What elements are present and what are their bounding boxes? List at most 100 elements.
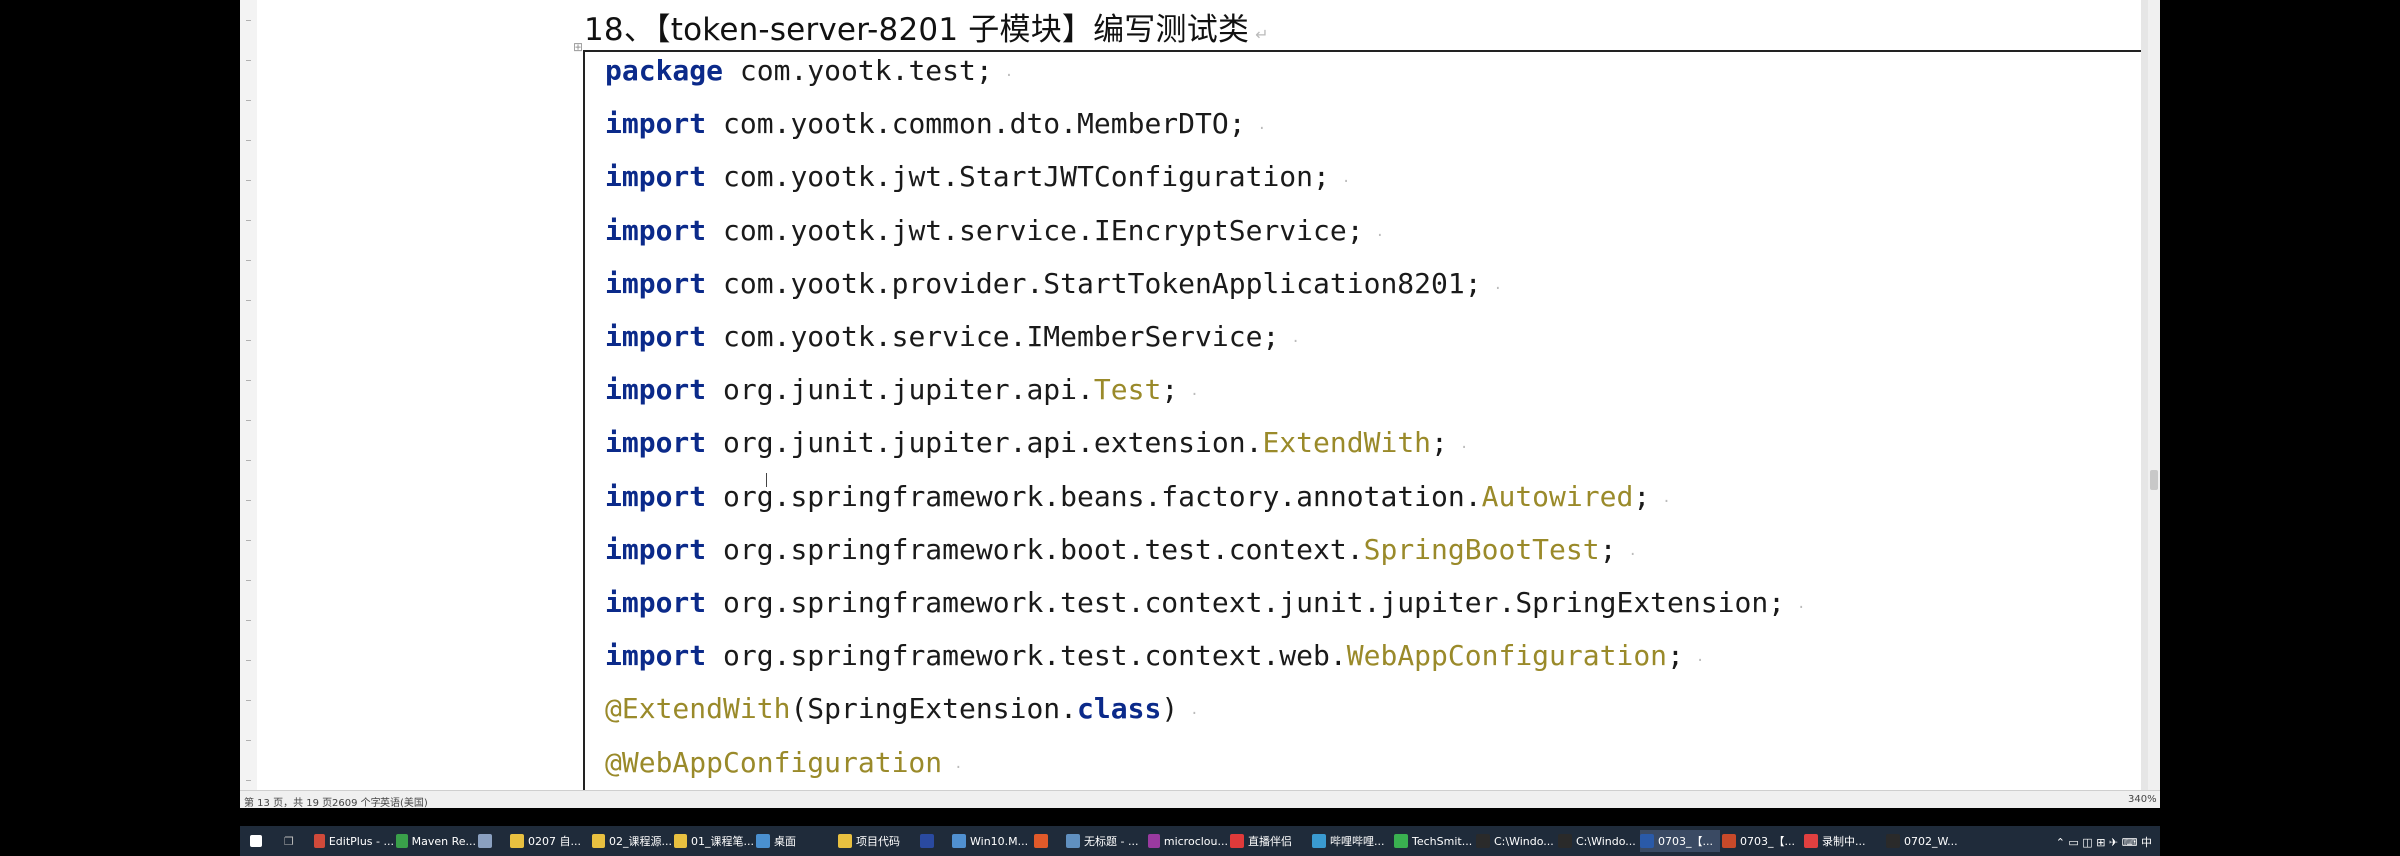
vertical-scrollbar[interactable] xyxy=(2148,0,2160,790)
paragraph-mark-icon: · xyxy=(1459,440,1469,457)
code-line: import com.yootk.jwt.StartJWTConfigurati… xyxy=(605,160,1350,193)
paragraph-mark-icon: · xyxy=(1004,68,1014,84)
code-line: import org.springframework.test.context.… xyxy=(605,586,1805,619)
ruler-tick xyxy=(246,540,251,541)
taskbar-app-button[interactable]: Win10.M... xyxy=(952,830,1032,852)
taskbar-app-button[interactable]: 项目代码 xyxy=(838,830,918,852)
app-icon xyxy=(510,834,524,848)
app-icon xyxy=(1312,834,1326,848)
task-view-button[interactable]: ❐ xyxy=(284,830,294,852)
taskbar-app-button[interactable]: 0703_【... xyxy=(1722,830,1802,852)
code-line: import org.springframework.test.context.… xyxy=(605,639,1704,672)
ruler-tick xyxy=(246,660,251,661)
ruler-tick xyxy=(246,20,251,21)
ruler-tick xyxy=(246,780,251,781)
taskbar-app-button[interactable]: 0703_【... xyxy=(1640,830,1720,852)
app-icon xyxy=(952,834,966,848)
taskbar-app-button[interactable]: 0207 自... xyxy=(510,830,590,852)
app-icon xyxy=(1066,834,1080,848)
code-line: import com.yootk.provider.StartTokenAppl… xyxy=(605,267,1502,300)
text-cursor-icon xyxy=(766,473,767,487)
code-text: org.springframework.boot.test.context. xyxy=(706,532,1364,566)
code-keyword: import xyxy=(605,320,707,353)
language-indicator[interactable]: 英语(美国) xyxy=(380,794,428,808)
code-keyword: class xyxy=(1077,692,1162,726)
taskbar-app-button[interactable]: 桌面 xyxy=(756,830,836,852)
start-button[interactable] xyxy=(250,830,266,852)
zoom-level[interactable]: 340% xyxy=(2128,794,2157,805)
app-icon xyxy=(1886,834,1900,848)
ruler-tick xyxy=(246,500,251,501)
ruler-tick xyxy=(246,420,251,421)
taskbar-app-label: C:\Windo... xyxy=(1494,834,1554,848)
taskbar-app-button[interactable] xyxy=(1034,830,1064,852)
taskbar-app-label: C:\Windo... xyxy=(1576,834,1636,848)
code-class-name: Test xyxy=(1093,373,1162,407)
app-icon xyxy=(396,834,408,848)
ruler-tick xyxy=(246,140,251,141)
section-heading-text: 18、【token-server-8201 子模块】编写测试类 xyxy=(584,12,1250,48)
code-text: org.springframework.test.context.junit.j… xyxy=(706,586,1786,619)
taskbar-app-button[interactable]: C:\Windo... xyxy=(1476,830,1556,852)
app-icon xyxy=(1148,834,1160,848)
ruler-tick xyxy=(246,100,251,101)
code-text: org.junit.jupiter.api. xyxy=(706,373,1094,407)
taskbar-app-button[interactable]: 哔哩哔哩... xyxy=(1312,830,1392,852)
taskbar-app-button[interactable]: 无标题 - ... xyxy=(1066,830,1146,852)
paragraph-mark-icon: · xyxy=(1797,600,1806,616)
scrollbar-thumb[interactable] xyxy=(2150,470,2158,490)
taskbar-app-button[interactable]: C:\Windo... xyxy=(1558,830,1638,852)
code-keyword: import xyxy=(605,426,707,460)
paragraph-mark-icon: ↵ xyxy=(1255,25,1269,44)
code-text: ; xyxy=(1161,373,1179,407)
taskbar-app-button[interactable]: EditPlus - ... xyxy=(314,830,394,852)
code-keyword: import xyxy=(605,586,707,619)
code-keyword: package xyxy=(605,54,724,87)
ruler-tick xyxy=(246,260,251,261)
code-line: @ExtendWith(SpringExtension.class) · xyxy=(605,692,1199,725)
code-line: import org.springframework.beans.factory… xyxy=(605,480,1671,513)
taskbar-app-label: 无标题 - ... xyxy=(1084,835,1139,848)
taskbar-app-label: 0703_【... xyxy=(1658,835,1713,848)
code-text: com.yootk.service.IMemberService; xyxy=(706,320,1280,353)
page-info[interactable]: 第 13 页，共 19 页 xyxy=(244,794,332,808)
taskbar-app-button[interactable]: TechSmit... xyxy=(1394,830,1474,852)
ruler-tick xyxy=(246,220,251,221)
taskbar-app-button[interactable]: 0702_W... xyxy=(1886,830,1966,852)
taskbar-app-button[interactable]: 直播伴侣 xyxy=(1230,830,1310,852)
code-class-name: Autowired xyxy=(1481,479,1634,513)
code-class-name: @WebAppConfiguration xyxy=(605,745,943,779)
code-line: @WebAppConfiguration · xyxy=(605,746,963,779)
document-page[interactable]: 18、【token-server-8201 子模块】编写测试类 ↵ ⊞ packa… xyxy=(257,0,2141,790)
app-icon xyxy=(920,834,934,848)
code-text: org.springframework.beans.factory.annota… xyxy=(706,479,1482,513)
paragraph-mark-icon: · xyxy=(1341,174,1351,191)
taskbar-app-button[interactable] xyxy=(478,830,508,852)
paragraph-mark-icon: · xyxy=(1257,121,1267,138)
taskbar-app-button[interactable] xyxy=(920,830,950,852)
code-class-name: SpringBootTest xyxy=(1363,532,1600,566)
code-class-name: ExtendWith xyxy=(1262,426,1432,460)
code-text: com.yootk.common.dto.MemberDTO; xyxy=(706,107,1246,141)
word-count[interactable]: 2609 个字 xyxy=(332,794,381,808)
code-keyword: import xyxy=(605,266,707,300)
app-icon xyxy=(1804,834,1818,848)
code-block[interactable]: package com.yootk.test; · import com.yootk… xyxy=(583,50,2141,790)
ruler-tick xyxy=(246,380,251,381)
taskbar-app-button[interactable]: Maven Re... xyxy=(396,830,476,852)
code-line: import org.junit.jupiter.api.Test; · xyxy=(605,373,1199,406)
app-icon xyxy=(756,834,770,848)
code-line: import com.yootk.common.dto.MemberDTO; · xyxy=(605,107,1266,140)
taskbar-app-button[interactable]: microclou... xyxy=(1148,830,1228,852)
app-icon xyxy=(1476,834,1490,848)
taskbar-app-button[interactable]: 02_课程源... xyxy=(592,830,672,852)
paragraph-mark-icon: · xyxy=(1628,546,1637,563)
taskbar-app-label: EditPlus - ... xyxy=(328,834,394,848)
app-icon xyxy=(674,834,687,848)
taskbar-app-button[interactable]: 录制中... xyxy=(1804,830,1884,852)
system-tray[interactable]: ⌃ ▭ ◫ ⊞ ✈ ⌨ 中 xyxy=(2056,834,2152,850)
table-move-handle-icon[interactable]: ⊞ xyxy=(573,40,583,54)
taskbar-app-button[interactable]: 01_课程笔... xyxy=(674,830,754,852)
status-bar: 第 13 页，共 19 页 2609 个字 英语(美国) 340% xyxy=(240,790,2160,808)
code-class-name: @ExtendWith xyxy=(605,692,791,726)
